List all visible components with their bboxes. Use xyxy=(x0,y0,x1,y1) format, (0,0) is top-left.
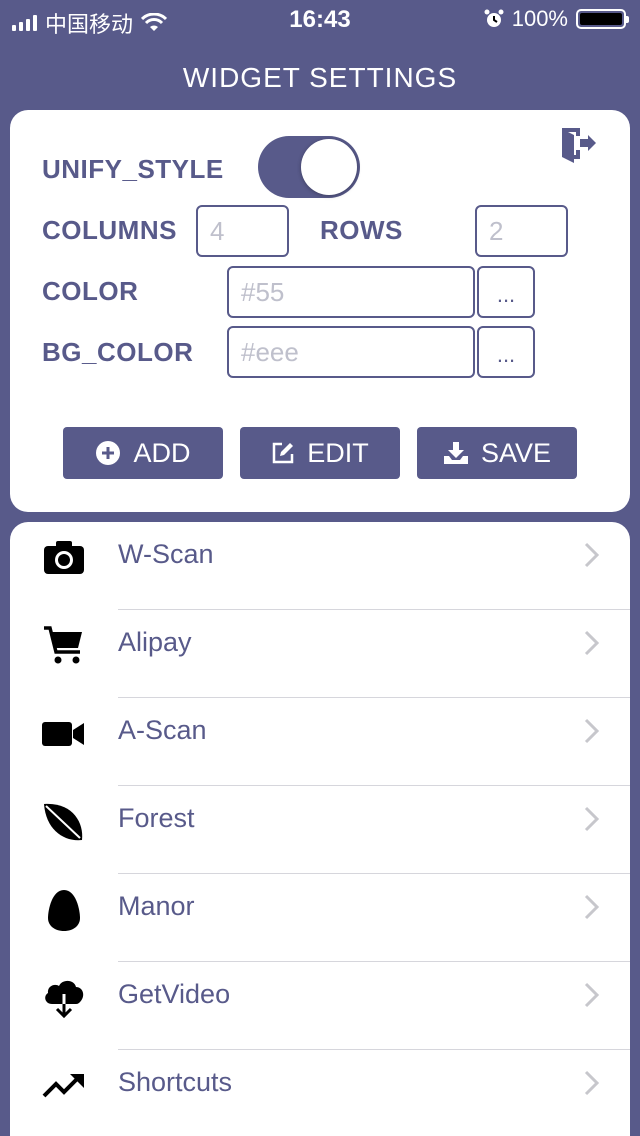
unify-style-toggle[interactable] xyxy=(258,136,360,198)
chevron-right-icon xyxy=(584,1070,600,1096)
edit-icon xyxy=(272,442,294,464)
list-item-label: A-Scan xyxy=(118,715,207,745)
unify-style-label: UNIFY_STYLE xyxy=(42,154,224,184)
list-item-label: Manor xyxy=(118,891,195,921)
plus-circle-icon xyxy=(96,441,121,465)
status-right: 100% xyxy=(484,6,629,32)
download-icon xyxy=(443,442,468,464)
list-item-label: Alipay xyxy=(118,627,192,657)
chevron-right-icon xyxy=(584,542,600,568)
list-item-w-scan[interactable]: W-Scan xyxy=(10,522,630,610)
chevron-right-icon xyxy=(584,982,600,1008)
list-item-a-scan[interactable]: A-Scan xyxy=(10,698,630,786)
list-item-label: W-Scan xyxy=(118,539,214,569)
trending-up-icon xyxy=(42,1074,84,1098)
list-item-manor[interactable]: Manor xyxy=(10,874,630,962)
battery-percent: 100% xyxy=(511,6,568,31)
columns-input[interactable] xyxy=(196,205,289,257)
page-title: WIDGET SETTINGS xyxy=(182,62,458,93)
widget-list: W-Scan Alipay A-Scan Forest Manor GetVid… xyxy=(10,522,630,1136)
cloud-download-icon xyxy=(45,980,84,1019)
chevron-right-icon xyxy=(584,718,600,744)
rows-label: ROWS xyxy=(320,215,403,245)
alarm-icon xyxy=(484,9,504,27)
list-item-label: GetVideo xyxy=(118,979,231,1009)
cart-icon xyxy=(44,626,82,664)
battery-icon xyxy=(576,9,629,29)
list-item-shortcuts[interactable]: Shortcuts xyxy=(10,1050,630,1136)
chevron-right-icon xyxy=(584,630,600,656)
color-input[interactable] xyxy=(227,266,475,318)
add-button-label: ADD xyxy=(133,437,191,468)
settings-card: UNIFY_STYLE COLUMNS ROWS COLOR ... BG_CO… xyxy=(10,110,630,512)
leaf-icon xyxy=(44,803,83,841)
color-picker-button[interactable]: ... xyxy=(477,266,535,318)
bg-color-input[interactable] xyxy=(227,326,475,378)
list-item-getvideo[interactable]: GetVideo xyxy=(10,962,630,1050)
save-button[interactable]: SAVE xyxy=(417,427,577,479)
exit-icon[interactable] xyxy=(558,124,598,164)
add-button[interactable]: ADD xyxy=(63,427,223,479)
video-camera-icon xyxy=(42,722,84,746)
bg-color-label: BG_COLOR xyxy=(42,337,194,367)
rows-input[interactable] xyxy=(475,205,568,257)
save-button-label: SAVE xyxy=(480,437,552,468)
egg-icon xyxy=(48,890,80,931)
list-item-forest[interactable]: Forest xyxy=(10,786,630,874)
status-bar: 中国移动 16:43 100% xyxy=(0,0,640,40)
chevron-right-icon xyxy=(584,806,600,832)
list-item-label: Shortcuts xyxy=(118,1067,233,1097)
chevron-right-icon xyxy=(584,894,600,920)
bg-color-picker-button[interactable]: ... xyxy=(477,326,535,378)
camera-icon xyxy=(44,541,84,574)
columns-label: COLUMNS xyxy=(42,215,177,245)
edit-button[interactable]: EDIT xyxy=(240,427,400,479)
list-item-label: Forest xyxy=(118,803,195,833)
list-item-alipay[interactable]: Alipay xyxy=(10,610,630,698)
color-label: COLOR xyxy=(42,276,139,306)
toggle-knob xyxy=(301,139,357,195)
edit-button-label: EDIT xyxy=(307,437,369,468)
